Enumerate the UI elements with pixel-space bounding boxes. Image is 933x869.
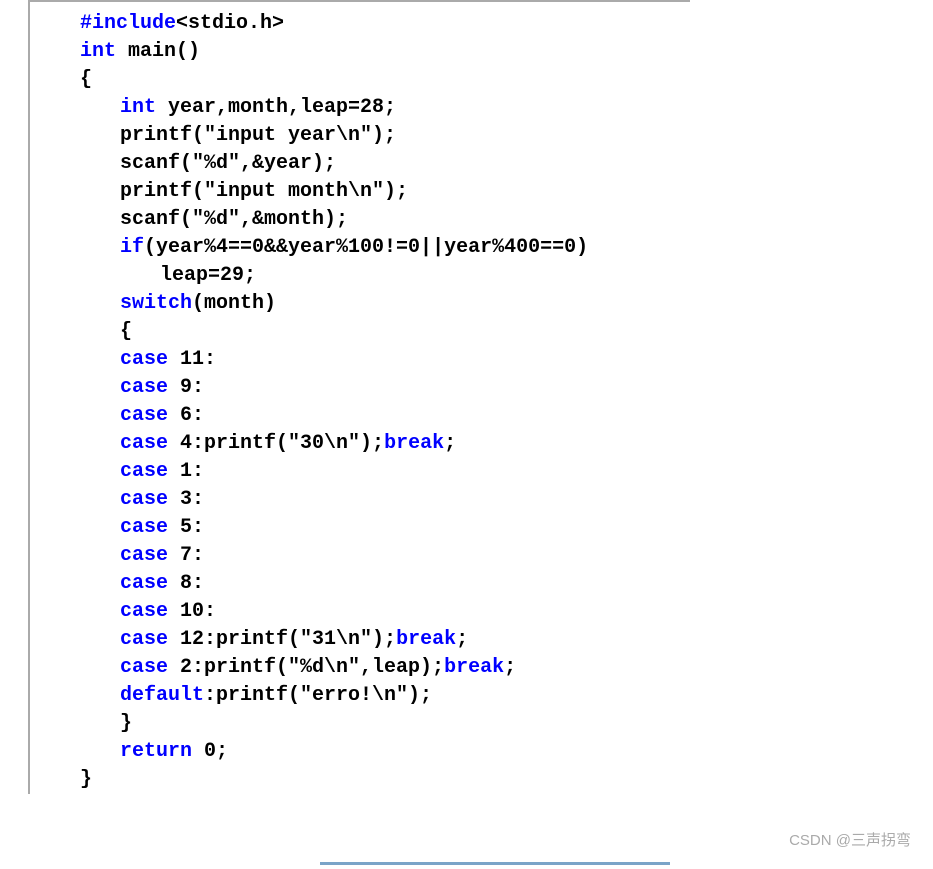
keyword-case: case — [120, 600, 168, 623]
code-line: printf("input month\n"); — [30, 178, 690, 206]
keyword-case: case — [120, 404, 168, 427]
code-line: case 6: — [30, 402, 690, 430]
code-line: leap=29; — [30, 262, 690, 290]
code-line: } — [30, 710, 690, 738]
code-line: { — [30, 66, 690, 94]
keyword-return: return — [120, 740, 192, 763]
code-line: #include<stdio.h> — [30, 10, 690, 38]
code-line: switch(month) — [30, 290, 690, 318]
code-line: case 5: — [30, 514, 690, 542]
code-line: return 0; — [30, 738, 690, 766]
code-line: } — [30, 766, 690, 794]
code-line: case 12:printf("31\n");break; — [30, 626, 690, 654]
keyword-case: case — [120, 376, 168, 399]
keyword-break: break — [384, 432, 444, 455]
code-line: printf("input year\n"); — [30, 122, 690, 150]
keyword-case: case — [120, 516, 168, 539]
keyword-case: case — [120, 432, 168, 455]
code-line: case 9: — [30, 374, 690, 402]
keyword-case: case — [120, 460, 168, 483]
code-line: if(year%4==0&&year%100!=0||year%400==0) — [30, 234, 690, 262]
keyword-case: case — [120, 348, 168, 371]
code-line: case 2:printf("%d\n",leap);break; — [30, 654, 690, 682]
code-line: case 10: — [30, 598, 690, 626]
code-line: case 7: — [30, 542, 690, 570]
keyword-case: case — [120, 656, 168, 679]
keyword-break: break — [444, 656, 504, 679]
code-line: case 1: — [30, 458, 690, 486]
code-line: int main() — [30, 38, 690, 66]
code-line: scanf("%d",&month); — [30, 206, 690, 234]
watermark-text: CSDN @三声拐弯 — [789, 830, 911, 851]
code-line: case 11: — [30, 346, 690, 374]
keyword-case: case — [120, 488, 168, 511]
code-block: #include<stdio.h> int main() { int year,… — [28, 0, 690, 794]
bottom-divider — [320, 862, 670, 865]
code-line: case 3: — [30, 486, 690, 514]
keyword-case: case — [120, 544, 168, 567]
keyword-include: #include — [80, 12, 176, 35]
code-line: case 4:printf("30\n");break; — [30, 430, 690, 458]
keyword-case: case — [120, 628, 168, 651]
keyword-if: if — [120, 236, 144, 259]
keyword-int: int — [120, 96, 156, 119]
keyword-break: break — [396, 628, 456, 651]
keyword-int: int — [80, 40, 116, 63]
code-line: scanf("%d",&year); — [30, 150, 690, 178]
code-line: case 8: — [30, 570, 690, 598]
code-line: default:printf("erro!\n"); — [30, 682, 690, 710]
keyword-switch: switch — [120, 292, 192, 315]
code-line: { — [30, 318, 690, 346]
keyword-default: default — [120, 684, 204, 707]
keyword-case: case — [120, 572, 168, 595]
code-line: int year,month,leap=28; — [30, 94, 690, 122]
